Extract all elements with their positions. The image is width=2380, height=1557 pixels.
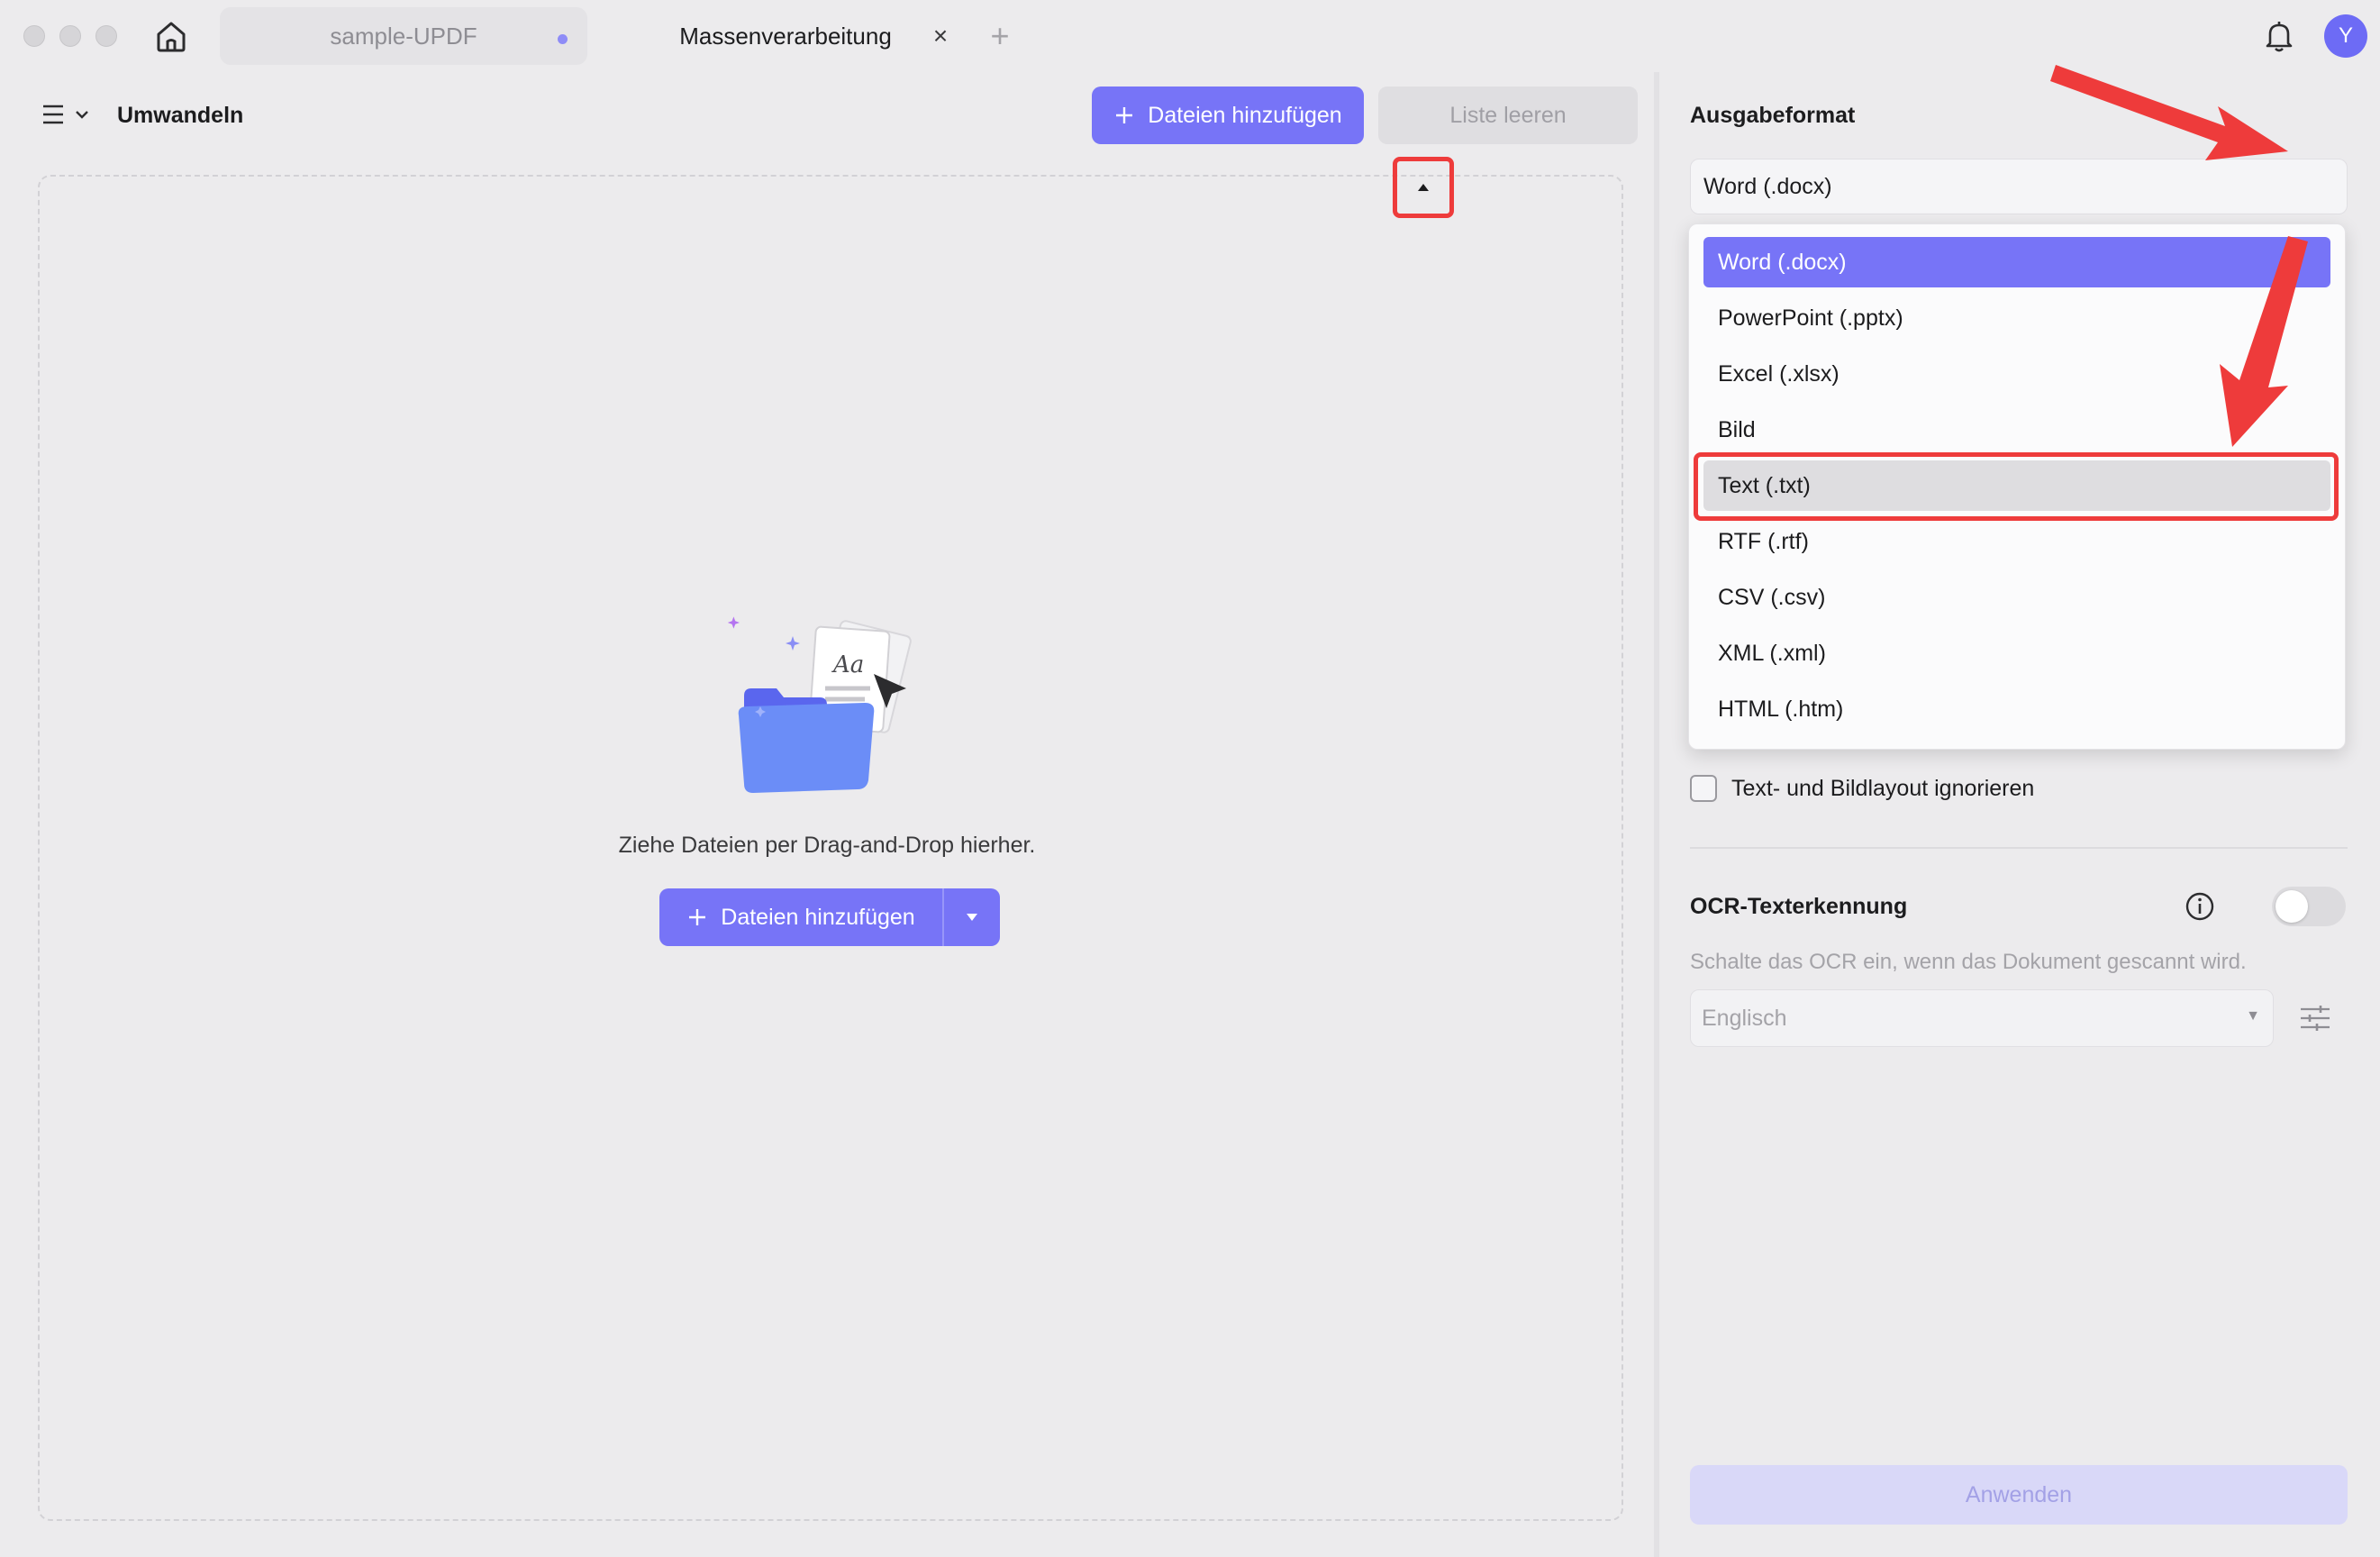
ignore-layout-option[interactable]: Text- und Bildlayout ignorieren bbox=[1690, 775, 2034, 802]
chevron-down-icon bbox=[76, 111, 88, 119]
window-minimize-button[interactable] bbox=[59, 25, 81, 47]
title-bar: sample-UPDF Massenverarbeitung × + Y bbox=[0, 0, 2380, 72]
bell-icon[interactable] bbox=[2259, 16, 2299, 56]
selected-format: Word (.docx) bbox=[1703, 173, 1832, 199]
add-files-label: Dateien hinzufügen bbox=[1148, 102, 1342, 128]
format-option-rtf[interactable]: RTF (.rtf) bbox=[1703, 516, 2330, 567]
output-format-dropdown: Word (.docx) PowerPoint (.pptx) Excel (.… bbox=[1688, 223, 2346, 750]
avatar[interactable]: Y bbox=[2324, 14, 2367, 58]
tab-label: sample-UPDF bbox=[330, 22, 477, 50]
add-files-dropdown-arrow[interactable] bbox=[944, 888, 1000, 946]
format-option-text[interactable]: Text (.txt) bbox=[1703, 460, 2330, 511]
ignore-layout-checkbox[interactable] bbox=[1690, 775, 1717, 802]
add-files-center-label: Dateien hinzufügen bbox=[721, 904, 915, 930]
tab-label: Massenverarbeitung bbox=[679, 22, 892, 50]
format-option-word[interactable]: Word (.docx) bbox=[1703, 237, 2330, 287]
unsaved-dot-icon bbox=[558, 34, 568, 44]
conversion-panel: Umwandeln Dateien hinzufügen Liste leere… bbox=[0, 72, 1654, 1557]
list-menu-icon bbox=[43, 105, 63, 124]
plus-icon bbox=[1116, 107, 1133, 123]
sliders-icon[interactable] bbox=[2297, 1000, 2333, 1036]
caret-down-icon bbox=[967, 914, 977, 921]
format-option-image[interactable]: Bild bbox=[1703, 405, 2330, 455]
clear-list-button[interactable]: Liste leeren bbox=[1378, 86, 1638, 144]
ignore-layout-label: Text- und Bildlayout ignorieren bbox=[1731, 775, 2035, 801]
window-close-button[interactable] bbox=[23, 25, 45, 47]
format-option-powerpoint[interactable]: PowerPoint (.pptx) bbox=[1703, 293, 2330, 343]
ocr-language-select[interactable]: Englisch ▼ bbox=[1690, 989, 2274, 1047]
ocr-title: OCR-Texterkennung bbox=[1690, 894, 1908, 919]
tab-massenverarbeitung[interactable]: Massenverarbeitung × bbox=[605, 7, 966, 65]
format-option-excel[interactable]: Excel (.xlsx) bbox=[1703, 349, 2330, 399]
drop-hint: Ziehe Dateien per Drag-and-Drop hierher. bbox=[618, 833, 1036, 858]
add-tab-icon[interactable]: + bbox=[980, 16, 1020, 56]
section-divider bbox=[1690, 847, 2348, 849]
plus-icon bbox=[689, 909, 706, 925]
toggle-knob bbox=[2276, 890, 2308, 923]
apply-label: Anwenden bbox=[1965, 1481, 2073, 1507]
close-icon[interactable]: × bbox=[926, 22, 955, 50]
caret-down-icon: ▼ bbox=[2246, 1008, 2260, 1024]
output-format-select[interactable]: Word (.docx) bbox=[1690, 159, 2348, 214]
page-title: Umwandeln bbox=[117, 103, 244, 128]
caret-up-icon bbox=[1418, 184, 1429, 191]
tab-sample-updf[interactable]: sample-UPDF bbox=[220, 7, 587, 65]
clear-list-label: Liste leeren bbox=[1449, 102, 1567, 128]
svg-text:Aa: Aa bbox=[831, 651, 864, 678]
ocr-hint: Schalte das OCR ein, wenn das Dokument g… bbox=[1690, 950, 2247, 974]
folder-documents-illustration-icon: Aa bbox=[694, 609, 937, 807]
format-option-xml[interactable]: XML (.xml) bbox=[1703, 628, 2330, 678]
output-format-toggle-button[interactable] bbox=[1393, 157, 1454, 218]
ocr-toggle[interactable] bbox=[2272, 887, 2346, 926]
add-files-split-button: Dateien hinzufügen bbox=[659, 888, 1000, 946]
menu-toggle[interactable] bbox=[40, 101, 90, 128]
home-icon[interactable] bbox=[151, 16, 191, 56]
info-icon[interactable] bbox=[2184, 890, 2216, 923]
ocr-language: Englisch bbox=[1702, 1005, 1787, 1031]
apply-button[interactable]: Anwenden bbox=[1690, 1465, 2348, 1525]
output-format-label: Ausgabeformat bbox=[1690, 103, 1856, 128]
format-option-csv[interactable]: CSV (.csv) bbox=[1703, 572, 2330, 623]
add-files-button[interactable]: Dateien hinzufügen bbox=[1092, 86, 1364, 144]
format-option-html[interactable]: HTML (.htm) bbox=[1703, 684, 2330, 734]
add-files-center-button[interactable]: Dateien hinzufügen bbox=[659, 888, 942, 946]
window-zoom-button[interactable] bbox=[95, 25, 117, 47]
